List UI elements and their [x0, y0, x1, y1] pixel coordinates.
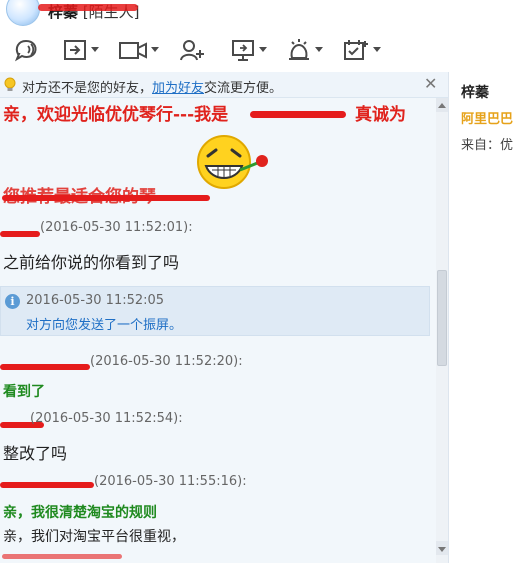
- stranger-notice: 对方还不是您的好友，加为好友交流更方便。 ✕: [0, 72, 448, 98]
- redaction-mark: [0, 364, 90, 370]
- redaction-mark: [2, 554, 122, 559]
- message-timestamp: (2016-05-30 11:52:01):: [40, 220, 193, 235]
- message-list: 亲，欢迎光临优优琴行---我是 真诚为 您推荐最适合您的琴 (2016-05-3…: [0, 98, 436, 563]
- redaction-mark: [250, 111, 346, 118]
- chat-scrollbar[interactable]: [436, 98, 448, 563]
- chevron-down-icon: [373, 47, 381, 52]
- smiley-rose-emoticon: [197, 135, 268, 189]
- chevron-up-icon: [438, 103, 446, 108]
- remote-desktop-button[interactable]: [230, 36, 267, 64]
- voice-chat-button[interactable]: [12, 36, 40, 64]
- app-button[interactable]: [286, 36, 323, 64]
- message-text: 亲，我们对淘宝平台很重视，: [3, 529, 185, 545]
- chat-pane: 对方还不是您的好友，加为好友交流更方便。 ✕ 亲，欢迎光临优优琴行---我是 真…: [0, 72, 448, 563]
- system-timestamp: 2016-05-30 11:52:05: [26, 293, 165, 308]
- system-message: i 2016-05-30 11:52:05 对方向您发送了一个振屏。: [0, 286, 430, 336]
- calendar-add-icon: [344, 40, 368, 60]
- remote-desktop-icon: [232, 40, 254, 61]
- chevron-down-icon: [259, 47, 267, 52]
- redaction-mark: [0, 482, 94, 488]
- chevron-down-icon: [91, 47, 99, 52]
- message-text: 之前给你说的你看到了吗: [3, 253, 180, 272]
- chevron-down-icon: [315, 47, 323, 52]
- notice-prefix: 对方还不是您的好友，: [22, 81, 153, 96]
- message-text: 整改了吗: [3, 444, 68, 463]
- lightbulb-icon: [4, 77, 16, 91]
- voice-chat-icon: [14, 39, 37, 62]
- info-icon: i: [5, 294, 20, 309]
- redaction-mark: [0, 231, 40, 237]
- scroll-up-button[interactable]: [436, 98, 448, 112]
- scrollbar-thumb[interactable]: [437, 270, 447, 366]
- add-friend-icon: [180, 40, 204, 61]
- send-file-icon: [64, 40, 86, 60]
- greeting-line-1-tail: 真诚为: [355, 105, 406, 125]
- greeting-line-1: 亲，欢迎光临优优琴行---我是: [3, 105, 229, 125]
- close-icon[interactable]: ✕: [424, 74, 437, 93]
- notice-suffix: 交流更方便。: [204, 81, 283, 96]
- video-call-button[interactable]: [118, 36, 159, 64]
- add-friend-link[interactable]: 加为好友: [152, 81, 204, 96]
- send-file-button[interactable]: [62, 36, 99, 64]
- scroll-down-button[interactable]: [436, 541, 448, 555]
- notice-text: 对方还不是您的好友，加为好友交流更方便。: [22, 77, 282, 96]
- message-text: 亲，我很清楚淘宝的规则: [3, 505, 157, 521]
- chevron-down-icon: [151, 47, 159, 52]
- toolbar: [0, 28, 516, 72]
- schedule-button[interactable]: [342, 36, 381, 64]
- system-text: 对方向您发送了一个振屏。: [26, 318, 183, 333]
- chevron-down-icon: [438, 547, 446, 552]
- video-call-icon: [119, 42, 147, 59]
- contact-info-pane: 梓蓁 阿里巴巴 来自：优: [448, 72, 516, 563]
- redaction-mark: [2, 195, 210, 201]
- message-timestamp: (2016-05-30 11:55:16):: [94, 474, 247, 489]
- message-timestamp: (2016-05-30 11:52:54):: [30, 411, 183, 426]
- title-bar: 梓蓁 [陌生人]: [0, 0, 516, 28]
- contact-name: 梓蓁: [461, 85, 489, 101]
- message-text: 看到了: [3, 384, 45, 400]
- add-friend-button[interactable]: [178, 36, 206, 64]
- message-timestamp: (2016-05-30 11:52:20):: [90, 354, 243, 369]
- contact-shop[interactable]: 阿里巴巴: [461, 108, 513, 127]
- app-icon: [289, 39, 309, 60]
- contact-source: 来自：优: [461, 138, 514, 153]
- redaction-mark: [38, 4, 138, 11]
- avatar[interactable]: [6, 0, 40, 26]
